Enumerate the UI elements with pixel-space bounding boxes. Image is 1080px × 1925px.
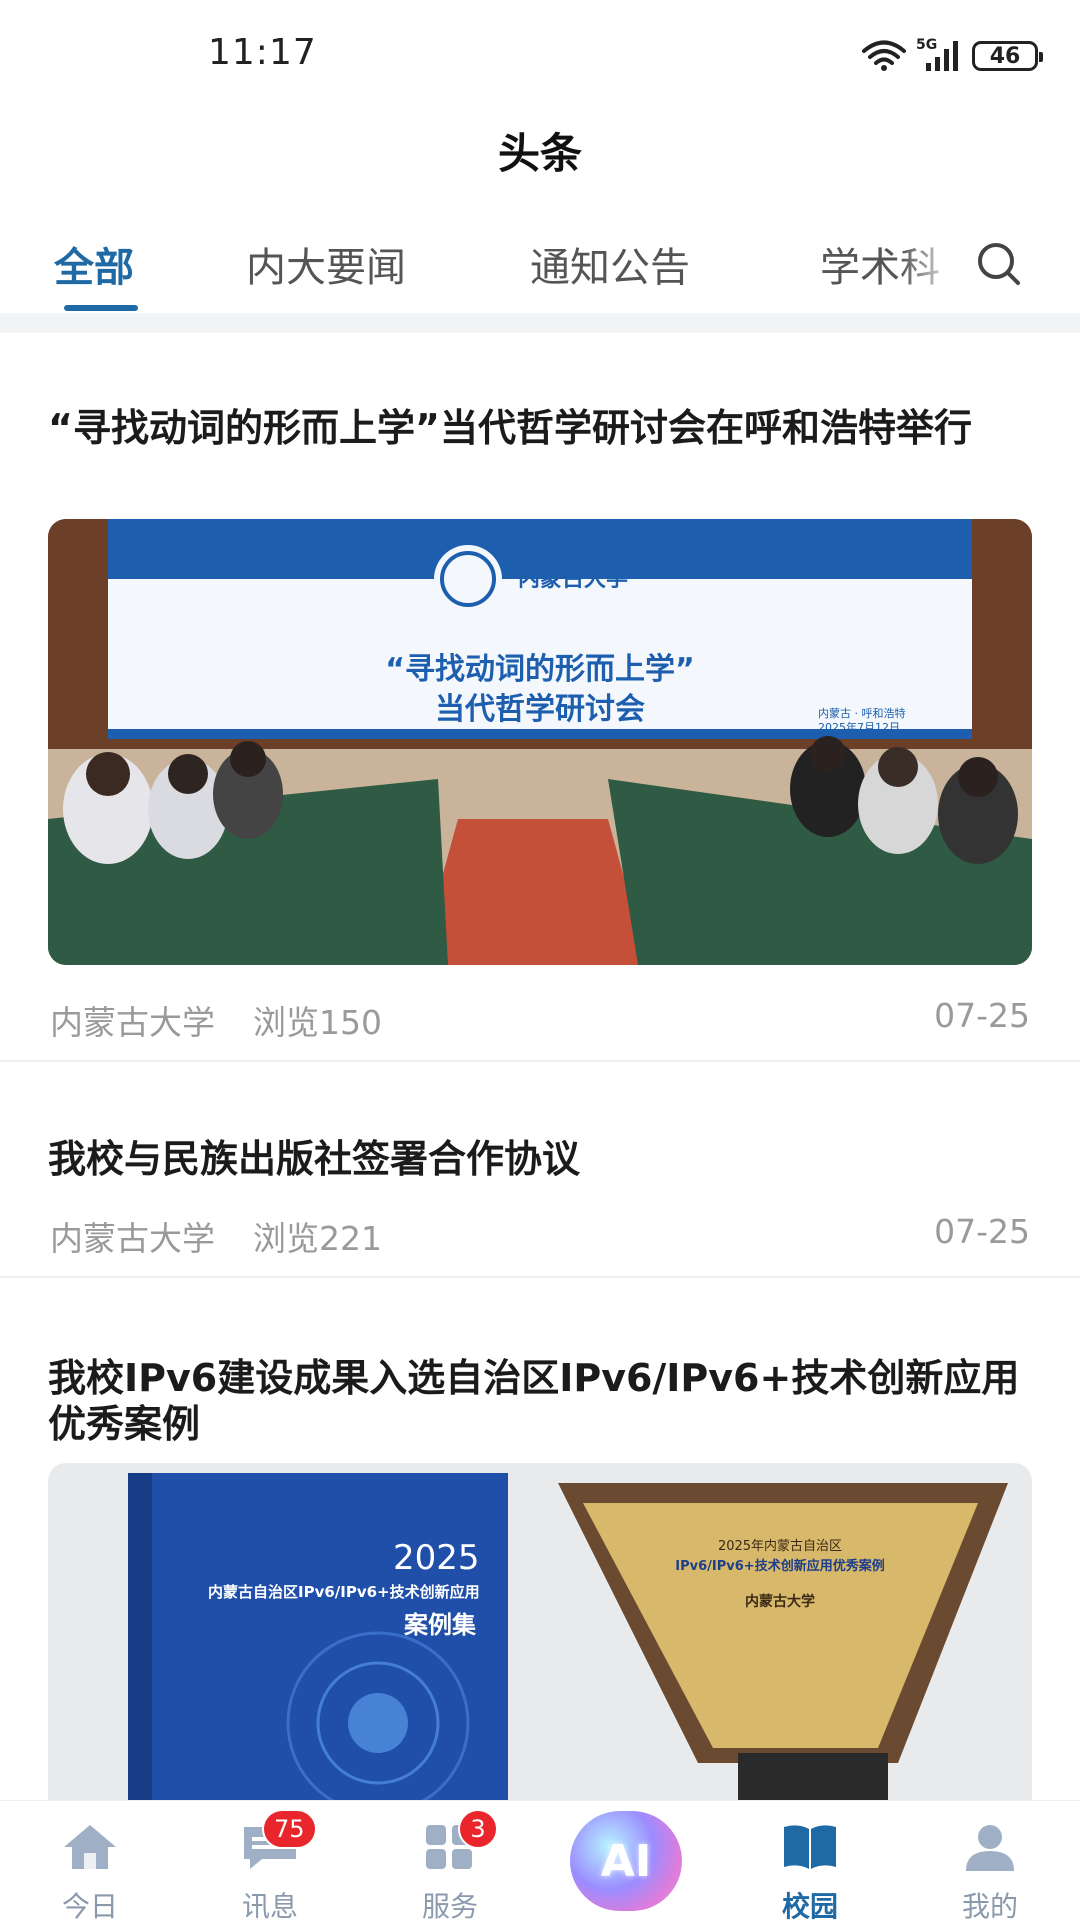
article-title[interactable]: 我校与民族出版社签署合作协议 [48, 1136, 1032, 1182]
tab-fade [900, 225, 960, 295]
plaque-line2: IPv6/IPv6+技术创新应用优秀案例 [675, 1559, 885, 1574]
article-divider [0, 1060, 1080, 1062]
status-bar: 11:17 5G 46 [0, 0, 1080, 100]
article-title[interactable]: “寻找动词的形而上学”当代哲学研讨会在呼和浩特举行 [48, 405, 1032, 451]
nav-today[interactable]: 今日 [10, 1801, 170, 1923]
tab-notices[interactable]: 通知公告 [530, 235, 690, 293]
nav-label: 讯息 [241, 1890, 298, 1923]
search-icon [978, 243, 1020, 285]
nav-label: 校园 [781, 1890, 838, 1923]
person-icon [966, 1825, 1014, 1871]
article-date: 07-25 [934, 1212, 1030, 1251]
plaque-line1: 2025年内蒙古自治区 [717, 1539, 843, 1554]
article-image[interactable]: 2025 内蒙古自治区IPv6/IPv6+技术创新应用 案例集 2025年内蒙古… [48, 1463, 1032, 1800]
article-source: 内蒙古大学 [50, 1219, 215, 1258]
nav-profile[interactable]: 我的 [910, 1801, 1070, 1923]
tab-active-indicator [64, 305, 138, 311]
article-views: 浏览150 [253, 1003, 382, 1042]
book-year: 2025 [393, 1538, 480, 1578]
tab-all[interactable]: 全部 [54, 235, 134, 293]
banner-org: 内蒙古大学 [518, 567, 629, 592]
battery-level: 46 [989, 43, 1021, 69]
book-title: 案例集 [404, 1611, 476, 1639]
tab-news[interactable]: 内大要闻 [246, 235, 406, 293]
article-meta: 内蒙古大学 浏览221 07-25 [50, 1212, 1030, 1260]
notification-badge: 75 [262, 1809, 317, 1849]
article-image[interactable]: 内蒙古大学 “寻找动词的形而上学” 当代哲学研讨会 内蒙古 · 呼和浩特 202… [48, 519, 1032, 965]
nav-label: 我的 [961, 1890, 1018, 1923]
search-button[interactable] [970, 235, 1030, 295]
nav-services[interactable]: 3 服务 [370, 1801, 530, 1923]
nav-label: 今日 [61, 1890, 118, 1923]
status-icons: 5G 46 [862, 36, 1043, 76]
status-time: 11:17 [208, 32, 317, 73]
article-source: 内蒙古大学 [50, 1003, 215, 1042]
book-icon [784, 1825, 836, 1869]
book-subtitle: 内蒙古自治区IPv6/IPv6+技术创新应用 [208, 1583, 480, 1601]
article-date: 07-25 [934, 996, 1030, 1035]
battery-icon: 46 [972, 41, 1043, 71]
banner-date: 2025年7月12日 [818, 721, 900, 734]
article-divider [0, 1276, 1080, 1278]
nav-messages[interactable]: 75 讯息 [190, 1801, 350, 1923]
nav-label: 服务 [421, 1890, 478, 1923]
article-views: 浏览221 [253, 1219, 382, 1258]
bottom-nav: 今日 75 讯息 3 服务 AI 校园 我的 [0, 1800, 1080, 1923]
ai-assistant-button[interactable]: AI [570, 1811, 682, 1911]
article-meta: 内蒙古大学 浏览150 07-25 [50, 996, 1030, 1044]
banner-line1: “寻找动词的形而上学” [385, 652, 695, 687]
notification-badge: 3 [458, 1809, 498, 1849]
plaque-org: 内蒙古大学 [745, 1594, 815, 1610]
nav-campus[interactable]: 校园 [730, 1801, 890, 1923]
tab-bar: 全部 内大要闻 通知公告 学术科 [0, 225, 1080, 315]
wifi-icon [862, 40, 906, 71]
tab-divider [0, 313, 1080, 333]
home-icon [64, 1825, 116, 1869]
cellular-signal-icon: 5G [916, 37, 962, 73]
page-title: 头条 [497, 129, 582, 178]
article-title[interactable]: 我校IPv6建设成果入选自治区IPv6/IPv6+技术创新应用优秀案例 [48, 1355, 1032, 1447]
ai-icon: AI [600, 1835, 652, 1887]
